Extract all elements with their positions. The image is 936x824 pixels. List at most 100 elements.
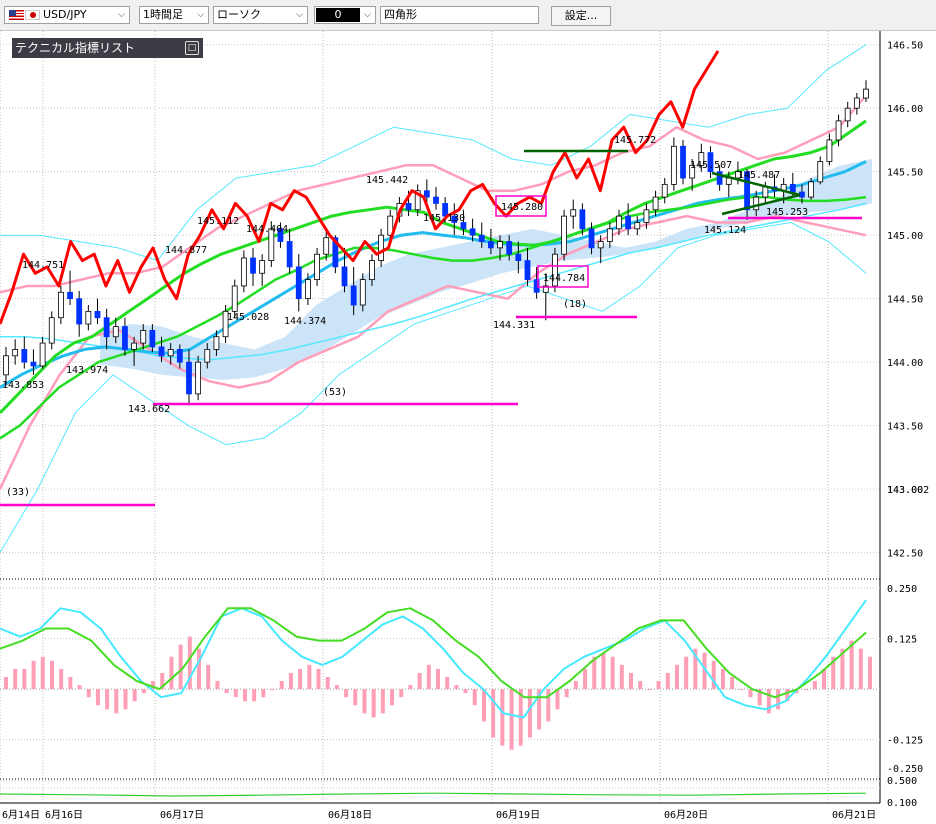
- histogram-bar: [868, 656, 872, 690]
- price-annotation: 144.751: [22, 260, 64, 271]
- candle-body: [323, 237, 330, 255]
- candle-body: [30, 361, 37, 367]
- histogram-bar: [619, 664, 624, 690]
- candle-body: [103, 317, 110, 338]
- histogram-bar: [408, 685, 413, 690]
- date-axis-label: 06月19日: [496, 809, 540, 821]
- histogram-bar: [197, 648, 202, 690]
- price-annotation: 145.028: [227, 312, 269, 323]
- date-axis-label: 6月14日: [2, 809, 40, 821]
- histogram-bar: [463, 689, 468, 694]
- bar-count-label: (53): [323, 387, 347, 398]
- price-annotation: 144.404: [246, 224, 288, 235]
- histogram-bar: [803, 689, 808, 691]
- indicator-list-panel[interactable]: テクニカル指標リスト □: [12, 38, 203, 58]
- histogram-bar: [656, 681, 661, 690]
- candle-body: [67, 291, 73, 300]
- histogram-bar: [730, 676, 735, 690]
- histogram-bar: [445, 676, 450, 690]
- price-annotation: 143.974: [66, 365, 108, 376]
- candle-body: [789, 183, 796, 193]
- histogram-bar: [298, 668, 303, 690]
- candle-body: [140, 329, 147, 344]
- date-axis-label: 06月18日: [328, 809, 372, 821]
- bottom-tick-label: -0.250: [887, 764, 923, 775]
- histogram-bar: [399, 689, 404, 698]
- histogram-bar: [748, 689, 753, 698]
- chart-canvas[interactable]: 146.50 146.00 145.50 145.00 144.50 144.00 143.…: [0, 0, 936, 824]
- histogram-bar: [49, 660, 54, 690]
- price-annotation: 145.130: [423, 213, 465, 224]
- histogram-bar: [601, 652, 606, 690]
- price-tick-label: 146.50: [887, 41, 923, 52]
- histogram-bar: [573, 681, 578, 690]
- candle-body: [359, 279, 366, 306]
- candle-body: [3, 355, 9, 376]
- histogram-bar: [766, 689, 771, 714]
- candle-body: [844, 107, 851, 122]
- histogram-bar: [105, 689, 110, 710]
- price-tick-label: 145.00: [887, 231, 923, 242]
- histogram-bar: [4, 676, 8, 690]
- histogram-bar: [638, 681, 643, 690]
- histogram-bar: [325, 676, 330, 690]
- candle-body: [863, 88, 869, 99]
- histogram-bar: [564, 689, 569, 698]
- indicator-list-title: テクニカル指標リスト: [15, 41, 136, 55]
- candle-body: [48, 317, 55, 344]
- candle-body: [808, 181, 815, 198]
- histogram-bar: [206, 664, 211, 690]
- histogram-bar: [40, 656, 45, 690]
- price-annotation: 145.253: [766, 207, 808, 218]
- histogram-bar: [739, 689, 744, 691]
- price-tick-label: 144.50: [887, 295, 923, 306]
- histogram-bar: [169, 656, 174, 690]
- histogram-bar: [132, 689, 137, 702]
- histogram-bar: [13, 668, 18, 690]
- histogram-bar: [472, 689, 477, 706]
- candle-body: [158, 346, 165, 357]
- histogram-bar: [417, 672, 422, 690]
- histogram-bar: [776, 689, 781, 710]
- candle-body: [506, 241, 513, 255]
- candle-body: [616, 215, 622, 230]
- histogram-bar: [849, 640, 854, 690]
- candle-body: [561, 215, 567, 255]
- histogram-bar: [380, 689, 385, 714]
- candle-body: [826, 139, 833, 162]
- price-annotation: 145.507: [690, 160, 732, 171]
- histogram-bar: [59, 668, 64, 690]
- candle-body: [524, 260, 531, 281]
- candle-body: [76, 298, 83, 325]
- histogram-bar: [390, 689, 395, 706]
- candle-body: [131, 342, 137, 350]
- candle-body: [680, 145, 686, 179]
- price-annotation: 145.280: [501, 202, 543, 213]
- price-tick-label: 143.50: [887, 422, 923, 433]
- histogram-bar: [261, 689, 266, 698]
- histogram-bar: [509, 689, 514, 750]
- candle-body: [423, 190, 430, 198]
- candle-body: [853, 97, 860, 109]
- chart-background: [0, 31, 936, 824]
- histogram-bar: [316, 668, 321, 690]
- histogram-bar: [546, 689, 551, 722]
- price-annotation: 144.374: [284, 316, 326, 327]
- panel-toggle-icon[interactable]: □: [185, 41, 199, 55]
- histogram-bar: [665, 672, 670, 690]
- price-annotation: 144.331: [493, 320, 535, 331]
- histogram-bar: [22, 668, 27, 690]
- candle-body: [341, 266, 348, 287]
- histogram-bar: [279, 681, 284, 690]
- candle-body: [21, 349, 28, 363]
- date-axis-label: 06月17日: [160, 809, 204, 821]
- histogram-bar: [684, 656, 689, 690]
- histogram-bar: [31, 660, 36, 690]
- candle-body: [469, 228, 476, 236]
- histogram-bar: [344, 689, 349, 698]
- histogram-bar: [610, 656, 615, 690]
- histogram-bar: [215, 681, 220, 690]
- price-tick-label: 142.50: [887, 549, 923, 560]
- candle-body: [57, 291, 64, 319]
- price-annotation: 143.662: [128, 404, 170, 415]
